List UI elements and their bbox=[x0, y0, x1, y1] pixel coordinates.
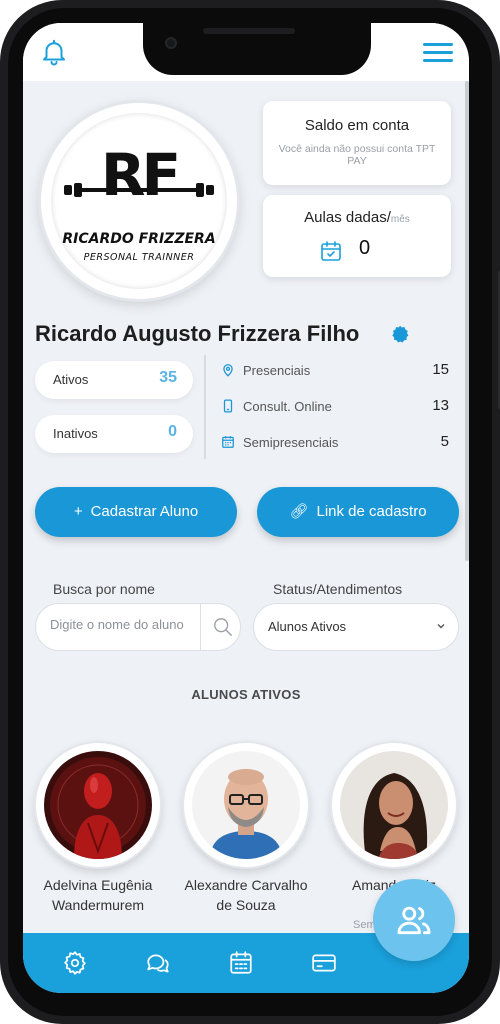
student-name: Adelvina Eugênia Wandermurem bbox=[43, 877, 153, 913]
logo-badge: RF RICARDO FRIZZERA PERSONAL TRAINNER bbox=[51, 113, 227, 289]
calendar-check-icon bbox=[321, 241, 341, 261]
trainer-name: Ricardo Augusto Frizzera Filho bbox=[35, 321, 360, 346]
status-select[interactable]: Alunos Ativos bbox=[253, 603, 459, 651]
calendar-icon[interactable] bbox=[228, 950, 254, 976]
status-select-value: Alunos Ativos bbox=[268, 619, 347, 634]
calendar-grid-icon bbox=[222, 436, 234, 448]
link-icon: 🔗︎ bbox=[289, 503, 309, 520]
front-camera bbox=[165, 37, 177, 49]
search-input[interactable] bbox=[50, 617, 200, 632]
speaker-grille bbox=[203, 28, 295, 34]
modality-value: 5 bbox=[440, 433, 449, 450]
profile-logo: RF RICARDO FRIZZERA PERSONAL TRAINNER bbox=[41, 103, 237, 299]
active-value: 35 bbox=[159, 369, 177, 386]
logo-subtitle: PERSONAL TRAINNER bbox=[83, 252, 195, 263]
search-label: Busca por nome bbox=[53, 581, 155, 597]
users-icon bbox=[397, 906, 431, 935]
modality-semipresencial: Semipresenciais 5 bbox=[221, 433, 449, 455]
stats-divider bbox=[204, 355, 206, 459]
settings-gear-icon[interactable] bbox=[62, 950, 88, 976]
classes-card[interactable]: Aulas dadas/mês 0 bbox=[263, 195, 451, 277]
phone-icon bbox=[223, 399, 233, 413]
classes-title-text: Aulas dadas/ bbox=[304, 209, 391, 226]
phone-frame: RF RICARDO FRIZZERA PERSONAL TRAINNER Sa… bbox=[0, 0, 500, 1024]
modality-presencial: Presenciais 15 bbox=[221, 361, 449, 383]
inactive-value: 0 bbox=[168, 423, 177, 440]
balance-card[interactable]: Saldo em conta Você ainda não possui con… bbox=[263, 101, 451, 185]
verified-badge-icon bbox=[392, 325, 409, 343]
chat-bubbles-icon[interactable] bbox=[145, 950, 171, 976]
balance-subtitle: Você ainda não possui conta TPT PAY bbox=[278, 143, 436, 167]
search-field[interactable] bbox=[35, 603, 241, 651]
students-fab-button[interactable] bbox=[373, 879, 455, 961]
add-student-button[interactable]: + Cadastrar Aluno bbox=[35, 487, 237, 537]
avatar bbox=[36, 743, 160, 867]
section-title: ALUNOS ATIVOS bbox=[191, 687, 301, 702]
phone-notch bbox=[143, 23, 371, 75]
add-student-label: Cadastrar Aluno bbox=[90, 503, 199, 520]
active-label: Ativos bbox=[53, 372, 89, 387]
classes-title: Aulas dadas/mês bbox=[263, 209, 451, 226]
classes-period: mês bbox=[390, 214, 410, 225]
active-students-stat[interactable]: Ativos 35 bbox=[35, 361, 193, 399]
location-pin-icon bbox=[223, 364, 233, 377]
bell-icon[interactable] bbox=[39, 37, 69, 67]
hamburger-menu-icon[interactable] bbox=[423, 43, 453, 65]
search-icon[interactable] bbox=[212, 616, 234, 638]
modality-label: Semipresenciais bbox=[243, 435, 339, 450]
registration-link-button[interactable]: 🔗︎ Link de cadastro bbox=[257, 487, 459, 537]
logo-name: RICARDO FRIZZERA bbox=[62, 231, 216, 247]
modality-value: 15 bbox=[432, 361, 449, 378]
balance-title: Saldo em conta bbox=[304, 117, 410, 134]
modality-value: 13 bbox=[432, 397, 449, 414]
avatar bbox=[332, 743, 456, 867]
inactive-label: Inativos bbox=[53, 426, 98, 441]
app-screen: RF RICARDO FRIZZERA PERSONAL TRAINNER Sa… bbox=[23, 23, 469, 993]
avatar-image bbox=[340, 751, 448, 859]
scrollbar[interactable] bbox=[465, 81, 469, 561]
registration-link-label: Link de cadastro bbox=[316, 503, 427, 520]
modality-online: Consult. Online 13 bbox=[221, 397, 449, 419]
plus-icon: + bbox=[73, 503, 83, 520]
classes-count: 0 bbox=[359, 237, 371, 259]
student-name: Alexandre Carvalho de Souza bbox=[184, 877, 308, 913]
avatar-image bbox=[44, 751, 152, 859]
modality-label: Presenciais bbox=[243, 363, 311, 378]
logo-initials: RF bbox=[100, 141, 181, 209]
search-separator bbox=[200, 604, 201, 650]
status-label: Status/Atendimentos bbox=[273, 581, 403, 597]
modality-label: Consult. Online bbox=[243, 399, 332, 414]
avatar bbox=[184, 743, 308, 867]
avatar-image bbox=[192, 751, 300, 859]
inactive-students-stat[interactable]: Inativos 0 bbox=[35, 415, 193, 453]
chevron-down-icon bbox=[437, 624, 445, 629]
credit-card-icon[interactable] bbox=[311, 950, 337, 976]
